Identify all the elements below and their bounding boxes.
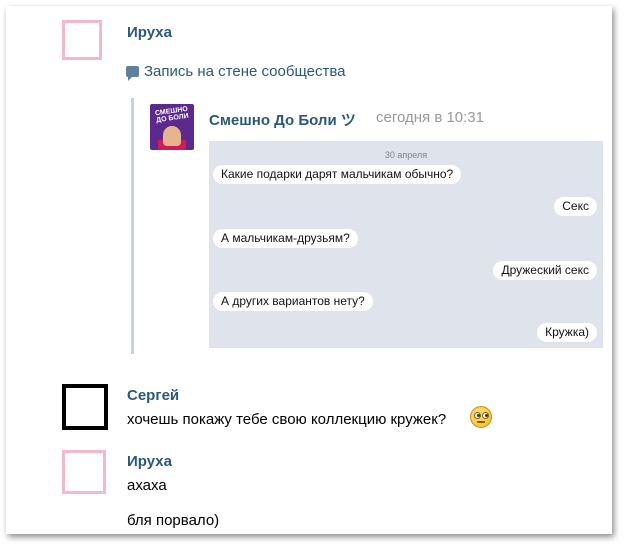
group-logo: СМЕШНО ДО БОЛИ: [154, 105, 190, 125]
author-name[interactable]: Ируха: [127, 453, 172, 470]
chat-bubble: Секс: [554, 197, 597, 216]
speech-bubble-icon: [126, 66, 139, 81]
repost-quote-bar: [131, 98, 134, 354]
wall-note-label: Запись на стене сообщества: [144, 63, 346, 80]
chat-date: 30 апреля: [384, 150, 428, 160]
group-avatar[interactable]: СМЕШНО ДО БОЛИ: [150, 104, 194, 150]
message-text: хочешь покажу тебе свою коллекцию кружек…: [127, 411, 447, 428]
dialog-window: Ируха Запись на стене сообщества СМЕШНО …: [6, 6, 612, 534]
chat-bubble: Дружеский секс: [493, 261, 597, 280]
avatar-sergey[interactable]: [62, 384, 108, 430]
post-timestamp[interactable]: сегодня в 10:31: [376, 109, 484, 126]
author-name[interactable]: Сергей: [127, 387, 179, 404]
wall-post-link[interactable]: Запись на стене сообщества: [126, 63, 346, 81]
message-text: бля порвало): [127, 512, 220, 529]
chat-screenshot-image[interactable]: 30 апреля Какие подарки дарят мальчикам …: [209, 141, 603, 348]
logo-face: [163, 126, 181, 146]
chat-bubble: А других вариантов нету?: [213, 292, 373, 311]
group-name[interactable]: Смешно До Боли ツ: [209, 109, 356, 130]
author-name[interactable]: Ируха: [127, 24, 172, 41]
message-text: ахаха: [127, 477, 167, 494]
avatar-iruha[interactable]: [62, 450, 106, 494]
chat-bubble: А мальчикам-друзьям?: [213, 229, 358, 248]
avatar-iruha[interactable]: [62, 20, 102, 60]
rolling-eyes-emoji-icon: [470, 406, 492, 428]
chat-bubble: Какие подарки дарят мальчикам обычно?: [213, 165, 462, 184]
chat-bubble: Кружка): [537, 323, 597, 342]
